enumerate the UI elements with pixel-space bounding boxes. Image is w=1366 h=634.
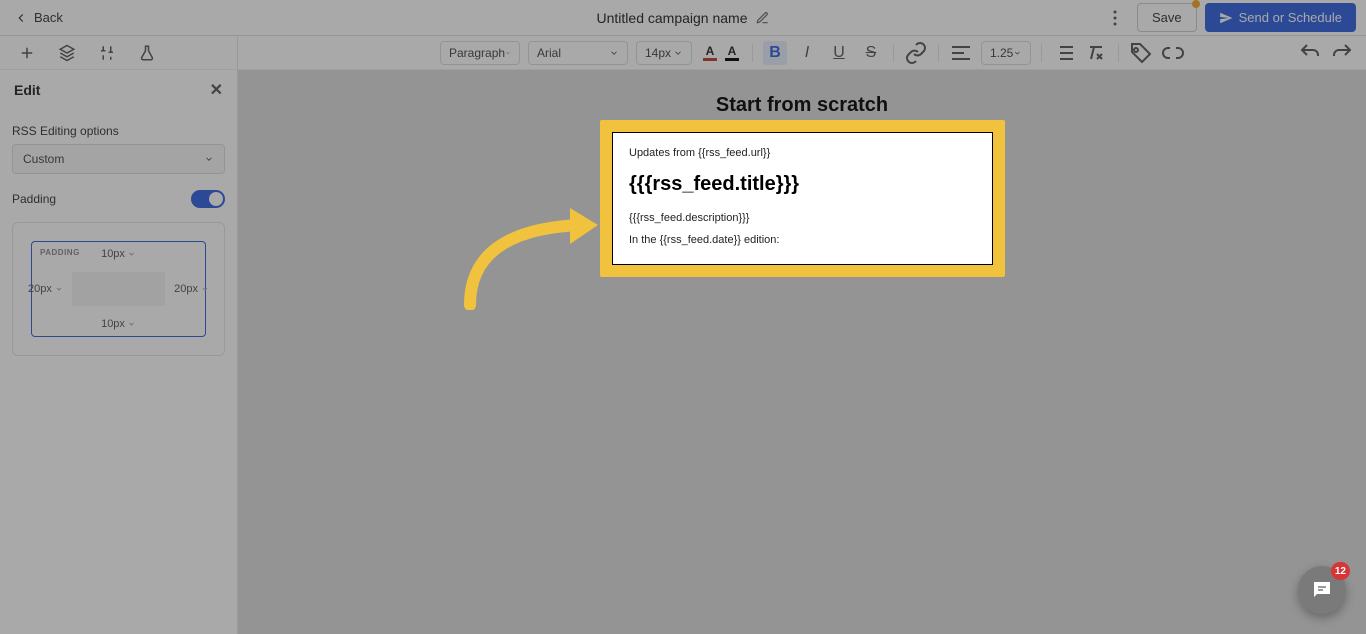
personalize-button[interactable]	[1129, 41, 1153, 65]
chevron-down-icon	[1013, 48, 1022, 58]
unsaved-indicator	[1192, 0, 1200, 8]
more-menu-button[interactable]	[1101, 4, 1129, 32]
redo-button[interactable]	[1330, 41, 1354, 65]
kebab-icon	[1113, 10, 1117, 26]
undo-icon	[1298, 41, 1322, 65]
align-button[interactable]	[949, 41, 973, 65]
padding-toggle-row: Padding	[12, 190, 225, 208]
padding-bottom-input[interactable]: 10px	[101, 318, 136, 330]
clear-format-icon	[1084, 41, 1108, 65]
padding-inner	[72, 272, 165, 306]
curved-arrow-icon	[460, 190, 610, 310]
rss-edition-line: In the {{rss_feed.date}} edition:	[629, 234, 976, 246]
panel-header: Edit ✕	[0, 70, 237, 110]
text-color-button[interactable]: A	[700, 43, 720, 63]
padding-top-input[interactable]: 10px	[101, 248, 136, 260]
divider	[1041, 44, 1042, 62]
tag-icon	[1129, 41, 1153, 65]
test-tool[interactable]	[138, 44, 156, 62]
back-label: Back	[34, 10, 63, 25]
underline-button[interactable]: U	[827, 41, 851, 65]
top-bar: Back Untitled campaign name Save Send or…	[0, 0, 1366, 36]
clear-format-button[interactable]	[1084, 41, 1108, 65]
unlink-button[interactable]	[1161, 41, 1185, 65]
list-button[interactable]	[1052, 41, 1076, 65]
redo-icon	[1330, 41, 1354, 65]
italic-button[interactable]: I	[795, 41, 819, 65]
text-color-group: A A	[700, 43, 742, 63]
paper-plane-icon	[1219, 11, 1233, 25]
padding-box: PADDING 10px 10px 20px 20px	[31, 241, 206, 337]
padding-box-label: PADDING	[40, 248, 80, 257]
divider	[938, 44, 939, 62]
undo-button[interactable]	[1298, 41, 1322, 65]
highlight-color-button[interactable]: A	[722, 43, 742, 63]
panel-title: Edit	[14, 82, 40, 98]
send-button[interactable]: Send or Schedule	[1205, 3, 1356, 32]
rss-title-line: {{{rss_feed.title}}}	[629, 173, 976, 196]
top-right-actions: Save Send or Schedule	[1101, 3, 1356, 32]
bold-button[interactable]: B	[763, 41, 787, 65]
layers-tool[interactable]	[58, 44, 76, 62]
save-label: Save	[1152, 10, 1182, 25]
padding-editor: PADDING 10px 10px 20px 20px	[12, 222, 225, 356]
editor-toolbar: Paragraph Arial 14px A A B I U S 1.25	[238, 36, 1366, 70]
plus-icon	[18, 44, 36, 62]
sidebar: Edit ✕ RSS Editing options Custom Paddin…	[0, 36, 238, 634]
padding-left-input[interactable]: 20px	[28, 283, 63, 295]
line-height-select[interactable]: 1.25	[981, 41, 1031, 65]
rss-updates-line: Updates from {{rss_feed.url}}	[629, 147, 976, 159]
chevron-down-icon	[505, 48, 511, 58]
chevron-down-icon	[609, 48, 619, 58]
save-button[interactable]: Save	[1137, 3, 1197, 32]
campaign-title-text: Untitled campaign name	[597, 10, 748, 26]
divider	[893, 44, 894, 62]
panel-close[interactable]: ✕	[210, 80, 223, 100]
highlighted-rss-block[interactable]: Updates from {{rss_feed.url}} {{{rss_fee…	[600, 120, 1005, 277]
font-select[interactable]: Arial	[528, 41, 628, 65]
align-left-icon	[949, 41, 973, 65]
sidebar-tool-row	[0, 36, 237, 70]
page-title: Start from scratch	[602, 94, 1002, 117]
chat-icon	[1310, 578, 1334, 602]
chevron-down-icon	[128, 250, 136, 258]
padding-right-input[interactable]: 20px	[174, 283, 209, 295]
padding-label: Padding	[12, 192, 56, 206]
campaign-title[interactable]: Untitled campaign name	[597, 10, 770, 26]
chevron-down-icon	[128, 320, 136, 328]
chevron-down-icon	[201, 285, 209, 293]
back-button[interactable]: Back	[0, 0, 77, 35]
unlink-icon	[1161, 41, 1185, 65]
style-tool[interactable]	[98, 44, 116, 62]
divider	[1118, 44, 1119, 62]
paint-icon	[98, 44, 116, 62]
list-icon	[1052, 41, 1076, 65]
chat-button[interactable]: 12	[1298, 566, 1346, 614]
rss-options-label: RSS Editing options	[12, 124, 225, 138]
rss-options-select[interactable]: Custom	[12, 144, 225, 174]
send-label: Send or Schedule	[1239, 10, 1342, 25]
strike-button[interactable]: S	[859, 41, 883, 65]
rss-desc-line: {{{rss_feed.description}}}	[629, 212, 976, 224]
chevron-down-icon	[204, 154, 214, 164]
divider	[752, 44, 753, 62]
chevron-down-icon	[673, 48, 683, 58]
arrow-left-icon	[14, 11, 28, 25]
rss-block-inner: Updates from {{rss_feed.url}} {{{rss_fee…	[612, 132, 993, 265]
flask-icon	[138, 44, 156, 62]
chat-badge: 12	[1331, 562, 1350, 580]
callout-arrow	[460, 190, 610, 310]
link-icon	[904, 41, 928, 65]
pencil-icon	[755, 11, 769, 25]
chevron-down-icon	[55, 285, 63, 293]
link-button[interactable]	[904, 41, 928, 65]
rss-options-value: Custom	[23, 152, 64, 166]
paragraph-select[interactable]: Paragraph	[440, 41, 520, 65]
padding-toggle[interactable]	[191, 190, 225, 208]
layers-icon	[58, 44, 76, 62]
font-size-select[interactable]: 14px	[636, 41, 692, 65]
panel-body: RSS Editing options Custom Padding PADDI…	[0, 110, 237, 372]
add-tool[interactable]	[18, 44, 36, 62]
